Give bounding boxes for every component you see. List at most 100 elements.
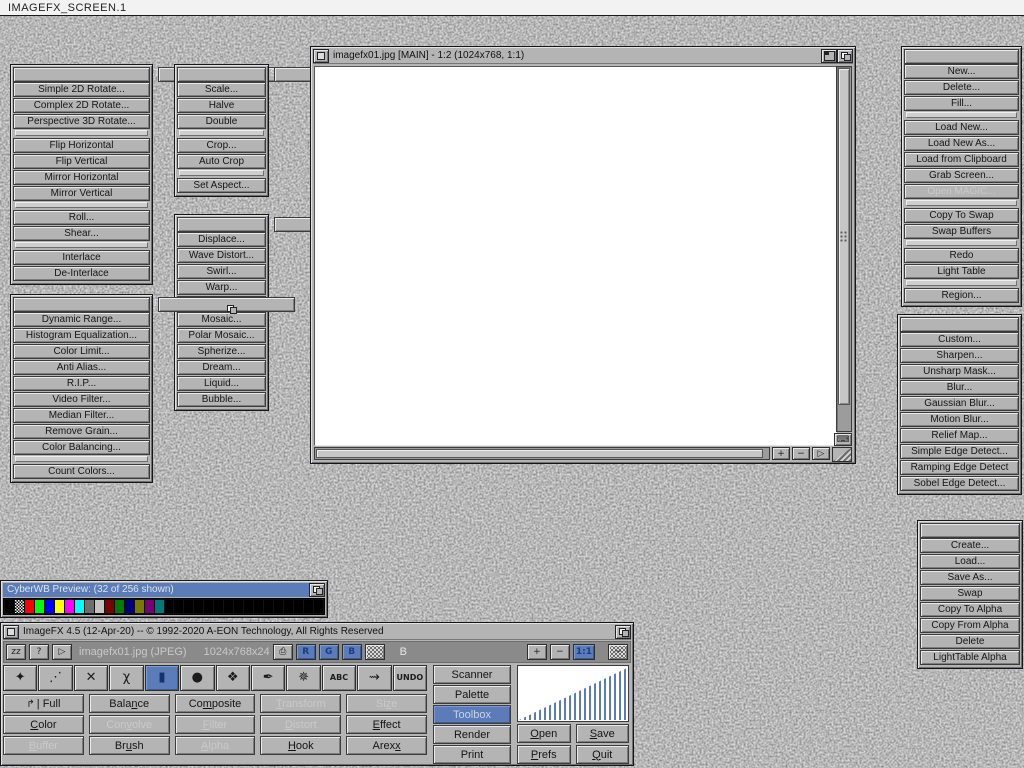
palette-item[interactable]: Copy From Alpha (920, 618, 1020, 633)
palette-item[interactable]: Light Table (904, 264, 1019, 279)
palette-item[interactable]: Simple Edge Detect... (900, 444, 1019, 459)
palette-item[interactable]: Create... (920, 538, 1020, 553)
palette-item[interactable]: R.I.P... (13, 376, 150, 391)
toolbox-button[interactable]: Toolbox (433, 705, 511, 724)
image-canvas[interactable] (314, 66, 837, 446)
palette-item[interactable]: Ramping Edge Detect (900, 460, 1019, 475)
close-icon[interactable] (13, 297, 150, 312)
color-swatch[interactable] (174, 600, 183, 613)
pan-button[interactable]: ▷ (812, 447, 830, 460)
color-swatch[interactable] (264, 600, 273, 613)
screen-icon[interactable]: ⎙ (273, 644, 293, 660)
color-swatch[interactable] (15, 600, 24, 613)
palette-item[interactable]: Simple 2D Rotate... (13, 82, 150, 97)
close-icon[interactable] (3, 625, 19, 639)
close-icon[interactable] (13, 67, 150, 82)
palette-item[interactable]: Wave Distort... (177, 248, 266, 263)
color-swatch[interactable] (55, 600, 64, 613)
color-swatch[interactable] (145, 600, 154, 613)
palette-item[interactable]: Color Balancing... (13, 440, 150, 455)
palette-item[interactable]: Custom... (900, 332, 1019, 347)
transform-titlebar[interactable]: Transform (13, 67, 150, 81)
sleep-button[interactable]: zz (6, 644, 26, 660)
line-tool-button[interactable]: ✕ (74, 665, 108, 691)
color-swatch[interactable] (214, 600, 223, 613)
size-titlebar[interactable]: Size (177, 67, 266, 81)
palette-item[interactable]: Flip Vertical (13, 154, 150, 169)
point-tool-button[interactable]: ✦ (3, 665, 37, 691)
color-swatch[interactable] (284, 600, 293, 613)
alpha-button[interactable]: Alpha (175, 736, 256, 755)
palette-item[interactable]: Save As... (920, 570, 1020, 585)
depth-icon[interactable] (309, 583, 325, 597)
pattern-range-button[interactable]: ~ (608, 644, 628, 660)
color-swatch[interactable] (135, 600, 144, 613)
palette-item[interactable]: Load New As... (904, 136, 1019, 151)
palette-item[interactable]: Mirror Vertical (13, 186, 150, 201)
save-button[interactable]: Save (576, 724, 630, 743)
transform-button[interactable]: Transform (260, 694, 341, 713)
palette-item[interactable]: New... (904, 64, 1019, 79)
curve-tool-button[interactable]: χ (109, 665, 143, 691)
color-swatch[interactable] (165, 600, 174, 613)
undo-button[interactable]: UNDO (393, 665, 427, 691)
render-button[interactable]: Render (433, 725, 511, 744)
distort-titlebar[interactable]: Distort (177, 217, 266, 231)
main-window-titlebar[interactable]: imagefx01.jpg [MAIN] - 1:2 (1024x768, 1:… (313, 49, 853, 64)
cyberwb-titlebar[interactable]: CyberWB Preview: (32 of 256 shown) (3, 583, 325, 597)
palette-item[interactable]: Spherize... (177, 344, 266, 359)
palette-item[interactable]: Perspective 3D Rotate... (13, 114, 150, 129)
palette-item[interactable]: Swap (920, 586, 1020, 601)
palette-item[interactable]: Crop... (177, 138, 266, 153)
composite-button[interactable]: Composite (175, 694, 256, 713)
alpha-titlebar[interactable]: Alpha (920, 523, 1020, 537)
palette-item[interactable]: Relief Map... (900, 428, 1019, 443)
palette-item[interactable]: Remove Grain... (13, 424, 150, 439)
palette-item[interactable]: Liquid... (177, 376, 266, 391)
palette-item[interactable]: Fill... (904, 96, 1019, 111)
freehand-tool-button[interactable]: ⋰ (38, 665, 72, 691)
color-swatch[interactable] (115, 600, 124, 613)
hook-button[interactable]: Hook (260, 736, 341, 755)
spray-tool-button[interactable]: ✵ (286, 665, 320, 691)
palette-item[interactable]: Polar Mosaic... (177, 328, 266, 343)
palette-item[interactable]: Motion Blur... (900, 412, 1019, 427)
iconify-button[interactable]: ▷ (52, 644, 72, 660)
fill-tool-button[interactable]: ✒ (251, 665, 285, 691)
box-tool-button[interactable]: ▮ (145, 665, 179, 691)
palette-item[interactable]: Redo (904, 248, 1019, 263)
palette-item[interactable]: Dynamic Range... (13, 312, 150, 327)
prefs-button[interactable]: Prefs (517, 745, 571, 764)
palette-item[interactable]: Load from Clipboard (904, 152, 1019, 167)
depth-icon[interactable] (615, 625, 631, 639)
color-swatch[interactable] (5, 600, 14, 613)
depth-icon[interactable] (837, 49, 853, 63)
pattern-swatch-button[interactable] (365, 644, 385, 660)
color-swatch[interactable] (105, 600, 114, 613)
keymap-button[interactable]: ⌨ (834, 433, 852, 446)
color-swatch[interactable] (184, 600, 193, 613)
palette-item[interactable]: Swap Buffers (904, 224, 1019, 239)
palette-item[interactable]: LightTable Alpha (920, 650, 1020, 665)
polygon-tool-button[interactable]: ❖ (216, 665, 250, 691)
palette-item[interactable]: Load... (920, 554, 1020, 569)
red-channel-toggle[interactable]: R (296, 644, 316, 660)
palette-item[interactable]: Swirl... (177, 264, 266, 279)
color-swatch[interactable] (35, 600, 44, 613)
color-swatch[interactable] (274, 600, 283, 613)
palette-item[interactable]: Warp... (177, 280, 266, 295)
color-swatch[interactable] (155, 600, 164, 613)
toolbar-titlebar[interactable]: ImageFX 4.5 (12-Apr-20) -- © 1992-2020 A… (3, 625, 631, 640)
palette-item[interactable]: Blur... (900, 380, 1019, 395)
resize-handle-icon[interactable] (832, 447, 852, 462)
color-swatch[interactable] (65, 600, 74, 613)
color-swatch[interactable] (234, 600, 243, 613)
size-button[interactable]: Size (346, 694, 427, 713)
zoom-in-button[interactable]: + (772, 447, 790, 460)
palette-item[interactable]: Count Colors... (13, 464, 150, 479)
screen-title-bar[interactable]: IMAGEFX_SCREEN.1 (0, 0, 1024, 16)
close-icon[interactable] (904, 49, 1019, 64)
palette-item[interactable]: Color Limit... (13, 344, 150, 359)
color-swatch[interactable] (75, 600, 84, 613)
color-swatch[interactable] (95, 600, 104, 613)
